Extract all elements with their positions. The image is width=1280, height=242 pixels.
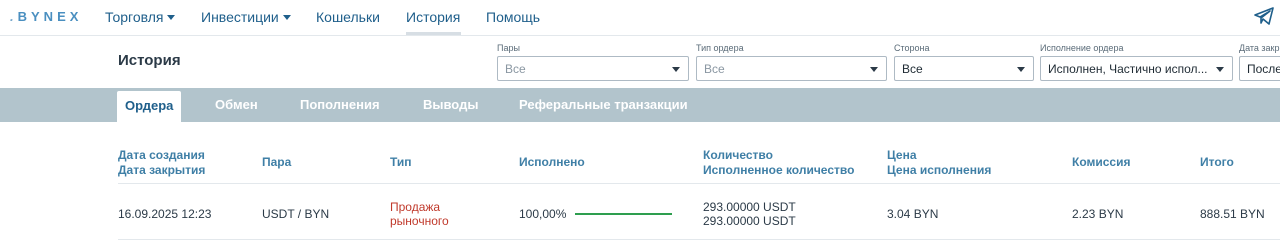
- cell-fee: 2.23 BYN: [1072, 207, 1124, 221]
- tab-exchange[interactable]: Обмен: [215, 90, 258, 120]
- nav-item-help[interactable]: Помощь: [486, 9, 540, 25]
- history-tabs: Ордера Обмен Пополнения Выводы Реферальн…: [0, 88, 1280, 122]
- column-header-dates[interactable]: Дата создания Дата закрытия: [118, 148, 205, 178]
- nav-item-history[interactable]: История: [406, 9, 460, 25]
- nav-item-label: Помощь: [486, 9, 541, 25]
- close-date-select[interactable]: После: [1239, 56, 1280, 81]
- quantity-value: 293.00000 USDT: [703, 200, 796, 214]
- header-price: Цена: [887, 148, 917, 162]
- type-line: Продажа: [390, 200, 441, 214]
- cell-type: Продажа рыночного: [390, 200, 449, 228]
- pairs-select[interactable]: Все: [497, 56, 689, 81]
- tab-referral-transactions[interactable]: Реферальные транзакции: [519, 90, 688, 120]
- filter-side: Сторона Все: [894, 42, 1034, 81]
- select-value: Исполнен, Частично испол...: [1048, 61, 1208, 76]
- tab-deposits[interactable]: Пополнения: [300, 90, 380, 120]
- nav-item-wallets[interactable]: Кошельки: [316, 9, 380, 25]
- side-select[interactable]: Все: [894, 56, 1034, 81]
- cell-pair: USDT / BYN: [262, 207, 330, 221]
- quantity-filled-value: 293.00000 USDT: [703, 214, 796, 228]
- header-quantity-filled: Исполненное количество: [703, 163, 855, 177]
- chevron-down-icon: [1216, 67, 1224, 72]
- chevron-down-icon: [870, 67, 878, 72]
- logo-text: BYNEX: [17, 9, 83, 24]
- column-header-quantity[interactable]: Количество Исполненное количество: [703, 148, 854, 178]
- page-title: История: [118, 52, 181, 69]
- select-value: Все: [704, 61, 725, 76]
- header-divider: [118, 183, 1280, 184]
- column-header-pair[interactable]: Пара: [262, 155, 291, 170]
- filter-label: Сторона: [894, 43, 930, 53]
- chevron-down-icon: [672, 67, 680, 72]
- nav-item-trading[interactable]: Торговля: [105, 9, 176, 25]
- column-header-fee[interactable]: Комиссия: [1072, 155, 1130, 170]
- tab-orders[interactable]: Ордера: [117, 91, 182, 122]
- type-line: рыночного: [390, 214, 449, 228]
- select-value: После: [1247, 61, 1280, 76]
- filter-order-execution: Исполнение ордера Исполнен, Частично исп…: [1040, 42, 1233, 81]
- column-header-type[interactable]: Тип: [390, 155, 412, 170]
- filter-label: Тип ордера: [696, 43, 744, 53]
- order-execution-select[interactable]: Исполнен, Частично испол...: [1040, 56, 1233, 81]
- nav-item-label: История: [406, 9, 461, 25]
- filter-pairs: Пары Все: [497, 42, 689, 81]
- column-header-total[interactable]: Итого: [1200, 155, 1234, 170]
- column-header-price[interactable]: Цена Цена исполнения: [887, 148, 991, 178]
- order-type-select[interactable]: Все: [696, 56, 887, 81]
- bynex-logo[interactable]: .BYNEX: [10, 9, 82, 24]
- header-quantity: Количество: [703, 148, 773, 162]
- cell-total: 888.51 BYN: [1200, 207, 1265, 221]
- row-divider: [118, 239, 1280, 240]
- filter-label: Исполнение ордера: [1040, 43, 1124, 53]
- cell-date: 16.09.2025 12:23: [118, 207, 212, 221]
- chevron-down-icon: [167, 15, 176, 20]
- filter-label: Пары: [497, 43, 520, 53]
- nav-item-label: Кошельки: [316, 9, 380, 25]
- cell-quantity: 293.00000 USDT 293.00000 USDT: [703, 200, 796, 228]
- chevron-down-icon: [282, 15, 291, 20]
- nav-item-label: Торговля: [105, 9, 164, 25]
- cell-filled-percent: 100,00%: [519, 207, 567, 221]
- telegram-send-icon[interactable]: [1254, 7, 1274, 25]
- header-date-closed: Дата закрытия: [118, 163, 206, 177]
- tab-withdrawals[interactable]: Выводы: [423, 90, 478, 120]
- active-nav-indicator: [406, 32, 461, 35]
- column-header-filled[interactable]: Исполнено: [519, 155, 585, 170]
- nav-item-investments[interactable]: Инвестиции: [201, 9, 291, 25]
- header-date-created: Дата создания: [118, 148, 205, 162]
- cell-price: 3.04 BYN: [887, 207, 939, 221]
- filter-order-type: Тип ордера Все: [696, 42, 887, 81]
- header-price-filled: Цена исполнения: [887, 163, 992, 177]
- nav-item-label: Инвестиции: [201, 9, 279, 25]
- select-value: Все: [902, 61, 923, 76]
- select-value: Все: [505, 61, 526, 76]
- chevron-down-icon: [1017, 67, 1025, 72]
- filter-label: Дата закрытия: [1239, 43, 1280, 53]
- top-navbar: .BYNEX Торговля Инвестиции Кошельки Исто…: [0, 0, 1280, 36]
- filled-progress-bar: [575, 213, 672, 215]
- filter-close-date: Дата закрытия После: [1239, 42, 1280, 81]
